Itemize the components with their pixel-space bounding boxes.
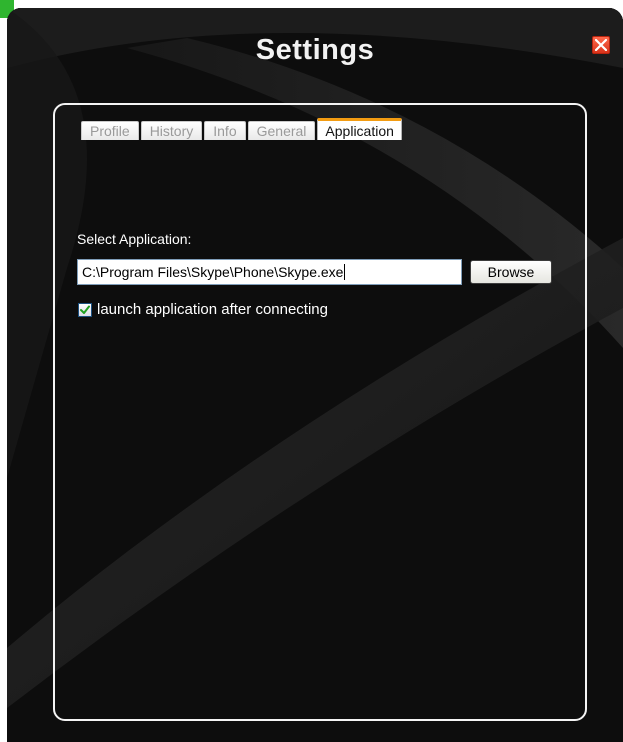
launch-checkbox-label: launch application after connecting [97,301,328,318]
tab-info[interactable]: Info [204,121,246,140]
application-path-input[interactable]: C:\Program Files\Skype\Phone\Skype.exe [77,259,462,285]
close-button[interactable] [592,36,610,54]
settings-panel: Profile History Info General Application… [53,103,587,721]
launch-after-connect-option[interactable]: launch application after connecting [78,301,328,318]
tab-application[interactable]: Application [317,118,402,140]
browse-button[interactable]: Browse [470,260,552,284]
select-application-label: Select Application: [77,231,192,247]
application-path-value: C:\Program Files\Skype\Phone\Skype.exe [82,264,344,280]
launch-checkbox[interactable] [78,302,92,317]
checkmark-icon [80,305,90,314]
settings-window: Settings Profile History Info General Ap… [7,8,623,742]
tab-bar: Profile History Info General Application [81,118,404,140]
window-title: Settings [255,34,375,66]
tab-history[interactable]: History [140,121,203,140]
tab-general[interactable]: General [247,121,316,140]
screen: Settings Profile History Info General Ap… [0,0,623,742]
tab-profile[interactable]: Profile [81,121,139,140]
close-icon [595,39,607,51]
text-caret [344,264,346,280]
